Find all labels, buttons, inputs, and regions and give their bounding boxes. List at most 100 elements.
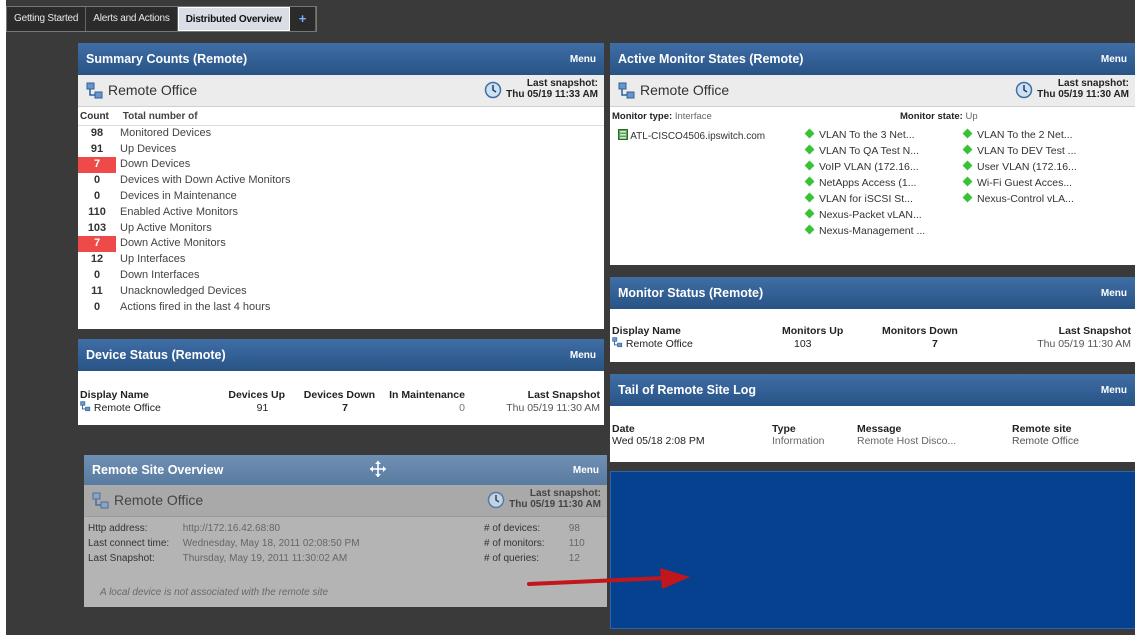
monitor-list-item[interactable]: User VLAN (172.16... <box>962 160 1077 173</box>
summary-label: Enabled Active Monitors <box>120 205 239 218</box>
monitor-list-item[interactable]: VoIP VLAN (172.16... <box>804 160 919 173</box>
snapshot-clock-icon <box>1015 81 1033 99</box>
summary-count: 12 <box>90 253 104 266</box>
snapshot-label: Last snapshot: <box>526 78 598 89</box>
active-monitor-header[interactable]: Active Monitor States (Remote) Menu <box>610 43 1135 75</box>
col-display-name[interactable]: Display Name <box>612 325 782 337</box>
status-up-icon <box>962 128 973 139</box>
summary-row[interactable]: 11 Unacknowledged Devices <box>78 284 604 300</box>
status-up-icon <box>804 128 815 139</box>
monitor-list-item[interactable]: VLAN To DEV Test ... <box>962 144 1076 157</box>
summary-row[interactable]: 7 Down Active Monitors <box>78 236 604 253</box>
summary-count: 7 <box>78 157 116 174</box>
monitor-status-menu-button[interactable]: Menu <box>1101 278 1127 310</box>
monitor-status-table: Display Name Monitors Up Monitors Down L… <box>612 325 1131 350</box>
summary-menu-button[interactable]: Menu <box>570 44 596 76</box>
monitor-list-item[interactable]: Nexus-Management ... <box>804 224 925 237</box>
col-monitors-up[interactable]: Monitors Up <box>782 325 882 337</box>
log-remote-site-cell: Remote Office <box>1012 435 1079 447</box>
num-devices-row: # of devices: 98 <box>484 523 580 534</box>
monitor-list-item[interactable]: VLAN To QA Test N... <box>804 144 919 157</box>
monitor-list-item[interactable]: Nexus-Packet vLAN... <box>804 208 922 221</box>
col-last-snapshot[interactable]: Last Snapshot <box>465 389 600 401</box>
http-address-row: Http address: http://172.16.42.68:80 <box>88 523 280 534</box>
device-status-menu-button[interactable]: Menu <box>570 340 596 372</box>
monitor-name: VLAN To QA Test N... <box>819 145 919 157</box>
table-row[interactable]: Remote Office 91 7 0 Thu 05/19 11:30 AM <box>80 401 600 414</box>
panel-title: Device Status (Remote) <box>86 348 226 362</box>
num-monitors-label: # of monitors: <box>484 538 545 549</box>
table-row[interactable]: Remote Office 103 7 Thu 05/19 11:30 AM <box>612 337 1131 350</box>
summary-label: Devices in Maintenance <box>120 189 237 202</box>
col-display-name[interactable]: Display Name <box>80 389 210 401</box>
device-status-header[interactable]: Device Status (Remote) Menu <box>78 339 604 371</box>
remote-office-icon <box>92 492 109 509</box>
num-monitors-row: # of monitors: 110 <box>484 538 585 549</box>
last-snapshot: Last snapshot: Thu 05/19 11:30 AM <box>487 488 601 510</box>
summary-row[interactable]: 110 Enabled Active Monitors <box>78 205 604 221</box>
col-devices-up[interactable]: Devices Up <box>210 389 285 401</box>
remote-log-menu-button[interactable]: Menu <box>1101 375 1127 407</box>
col-last-snapshot[interactable]: Last Snapshot <box>1012 325 1131 337</box>
summary-subheader: Remote Office Last snapshot: Thu 05/19 1… <box>78 75 604 107</box>
tab-getting-started[interactable]: Getting Started <box>7 7 87 31</box>
panel-drop-area[interactable] <box>610 471 1135 629</box>
summary-label: Down Interfaces <box>120 268 200 281</box>
col-type[interactable]: Type <box>772 423 857 435</box>
active-monitor-subheader: Remote Office Last snapshot: Thu 05/19 1… <box>610 75 1135 107</box>
monitored-device[interactable]: ATL-CISCO4506.ipswitch.com <box>618 129 765 142</box>
num-devices-value: 98 <box>568 523 580 534</box>
col-in-maintenance[interactable]: In Maintenance <box>375 389 465 401</box>
col-remote-site[interactable]: Remote site <box>1012 423 1131 435</box>
remote-overview-header[interactable]: Remote Site Overview Menu <box>84 455 607 485</box>
table-header-row: Display Name Devices Up Devices Down In … <box>80 389 600 401</box>
monitor-list-item[interactable]: Nexus-Control vLA... <box>962 192 1074 205</box>
monitor-list-item[interactable]: VLAN for iSCSI St... <box>804 192 913 205</box>
summary-row[interactable]: 0 Devices with Down Active Monitors <box>78 173 604 189</box>
monitor-name: NetApps Access (1... <box>819 177 917 189</box>
summary-row[interactable]: 103 Up Active Monitors <box>78 221 604 237</box>
summary-label: Actions fired in the last 4 hours <box>120 300 271 313</box>
status-up-icon <box>962 176 973 187</box>
summary-row[interactable]: 98 Monitored Devices <box>78 126 604 142</box>
summary-counts-panel: Summary Counts (Remote) Menu Remote Offi… <box>78 43 604 329</box>
panel-title: Active Monitor States (Remote) <box>618 52 804 66</box>
last-snapshot-label: Last Snapshot: <box>88 553 155 564</box>
annotation-arrow-icon <box>527 568 690 589</box>
col-date[interactable]: Date <box>612 423 772 435</box>
monitor-state-value: Up <box>965 111 978 122</box>
col-message[interactable]: Message <box>857 423 1012 435</box>
tab-alerts-and-actions[interactable]: Alerts and Actions <box>86 7 178 31</box>
move-cursor-icon <box>370 461 386 477</box>
monitor-list-item[interactable]: VLAN To the 2 Net... <box>962 128 1073 141</box>
monitor-list-item[interactable]: Wi-Fi Guest Acces... <box>962 176 1072 189</box>
summary-count: 98 <box>90 126 104 139</box>
summary-row[interactable]: 0 Actions fired in the last 4 hours <box>78 300 604 316</box>
snapshot-clock-icon <box>484 81 502 99</box>
summary-row[interactable]: 91 Up Devices <box>78 142 604 158</box>
table-row[interactable]: Wed 05/18 2:08 PM Information Remote Hos… <box>612 435 1131 447</box>
summary-label: Up Active Monitors <box>120 221 212 234</box>
summary-counts-header[interactable]: Summary Counts (Remote) Menu <box>78 43 604 75</box>
monitor-list-item[interactable]: NetApps Access (1... <box>804 176 917 189</box>
monitor-list-item[interactable]: VLAN To the 3 Net... <box>804 128 915 141</box>
devices-down-cell: 7 <box>342 401 348 414</box>
monitor-status-header[interactable]: Monitor Status (Remote) Menu <box>610 277 1135 309</box>
summary-row[interactable]: 0 Devices in Maintenance <box>78 189 604 205</box>
remote-overview-menu-button[interactable]: Menu <box>573 456 599 486</box>
summary-row[interactable]: 7 Down Devices <box>78 157 604 174</box>
remote-log-header[interactable]: Tail of Remote Site Log Menu <box>610 374 1135 406</box>
add-tab-button[interactable]: + <box>290 7 317 31</box>
device-status-panel: Device Status (Remote) Menu Display Name… <box>78 339 604 425</box>
summary-row[interactable]: 12 Up Interfaces <box>78 252 604 268</box>
summary-row[interactable]: 0 Down Interfaces <box>78 268 604 284</box>
remote-office-label: Remote Office <box>640 82 730 98</box>
monitor-type-value: Interface <box>674 111 712 122</box>
tab-distributed-overview[interactable]: Distributed Overview <box>177 7 290 31</box>
tab-bar: Getting Started Alerts and Actions Distr… <box>6 6 318 32</box>
device-display-name-cell: Remote Office <box>80 401 210 414</box>
active-monitor-menu-button[interactable]: Menu <box>1101 44 1127 76</box>
count-column-header: Count <box>80 111 109 122</box>
col-monitors-down[interactable]: Monitors Down <box>882 325 1012 337</box>
col-devices-down[interactable]: Devices Down <box>285 389 375 401</box>
